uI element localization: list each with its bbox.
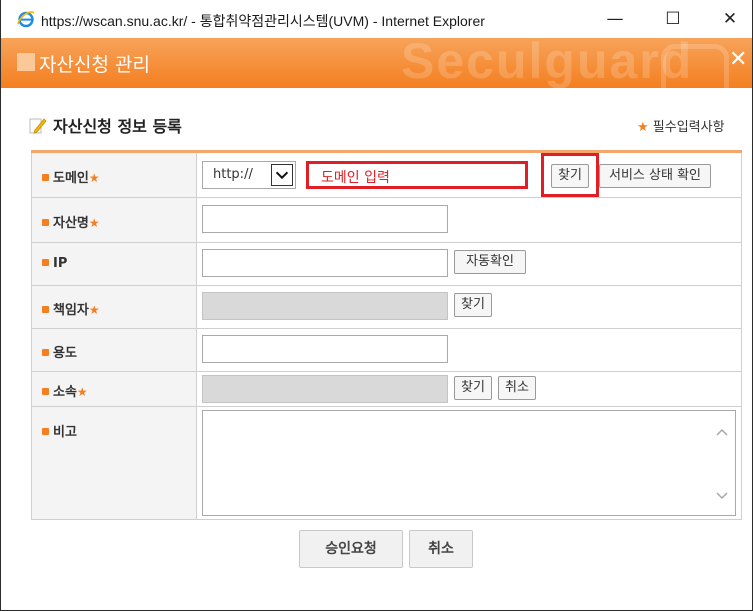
required-star-icon: ★: [637, 120, 649, 135]
department-find-button[interactable]: 찾기: [454, 376, 492, 400]
minimize-button[interactable]: —: [597, 6, 633, 32]
window-close-button[interactable]: ✕: [712, 6, 748, 32]
label-cell: 용도: [31, 329, 197, 371]
value-cell: 찾기: [196, 286, 742, 328]
form-row-ip: IP 자동확인: [31, 243, 742, 286]
department-input: [202, 375, 448, 403]
service-status-button[interactable]: 서비스 상태 확인: [599, 164, 711, 188]
form-row-asset-name: 자산명★: [31, 198, 742, 243]
header-watermark-logo: Seculguard: [401, 38, 694, 88]
ip-input[interactable]: [202, 249, 448, 277]
section-title-text: 자산신청 정보 등록: [53, 117, 182, 136]
label-cell: 도메인★: [31, 153, 197, 197]
label-cell: 자산명★: [31, 198, 197, 242]
ip-auto-check-button[interactable]: 자동확인: [454, 250, 526, 274]
scroll-up-icon[interactable]: [715, 427, 729, 437]
asset-form: 도메인★ http:// 도메인 입력 찾기 서비스 상태 확인 자산명★ IP…: [31, 150, 742, 520]
bullet-icon: [42, 388, 49, 395]
asset-name-label-text: 자산명: [53, 216, 89, 231]
bullet-icon: [42, 428, 49, 435]
scroll-down-icon[interactable]: [715, 491, 729, 501]
cancel-button[interactable]: 취소: [409, 530, 473, 568]
domain-value-cell: http:// 도메인 입력 찾기 서비스 상태 확인: [196, 153, 742, 197]
label-cell: IP: [31, 243, 197, 285]
approval-request-button[interactable]: 승인요청: [299, 530, 403, 568]
protocol-select-value: http://: [213, 167, 253, 182]
bullet-icon: [42, 259, 49, 266]
watermark-shape: [661, 44, 729, 88]
form-row-department: 소속★ 찾기 취소: [31, 372, 742, 407]
form-row-purpose: 용도: [31, 329, 742, 372]
form-row-remarks: 비고: [31, 407, 742, 520]
required-star-icon: ★: [88, 216, 100, 230]
required-note: ★ 필수입력사항: [637, 116, 725, 135]
bullet-icon: [42, 349, 49, 356]
popup-close-button[interactable]: ✕: [729, 47, 747, 72]
required-star-icon: ★: [76, 385, 88, 399]
remarks-label: 비고: [42, 421, 77, 440]
popup-title: 자산신청 관리: [39, 54, 150, 76]
manager-label-text: 책임자: [53, 303, 89, 318]
asset-name-input[interactable]: [202, 205, 448, 233]
manager-input: [202, 292, 448, 320]
form-row-domain: 도메인★ http:// 도메인 입력 찾기 서비스 상태 확인: [31, 153, 742, 198]
manager-find-button[interactable]: 찾기: [454, 293, 492, 317]
form-row-manager: 책임자★ 찾기: [31, 286, 742, 329]
required-star-icon: ★: [88, 171, 100, 185]
ip-label-text: IP: [53, 256, 68, 271]
asset-name-label: 자산명★: [42, 212, 100, 231]
label-cell: 소속★: [31, 372, 197, 406]
domain-label-text: 도메인: [53, 171, 89, 186]
department-label: 소속★: [42, 381, 88, 400]
remarks-textarea[interactable]: [202, 410, 736, 516]
label-cell: 책임자★: [31, 286, 197, 328]
bullet-icon: [42, 219, 49, 226]
domain-input-placeholder: 도메인 입력: [321, 170, 390, 186]
section-title: 자산신청 정보 등록: [27, 113, 182, 137]
domain-label: 도메인★: [42, 167, 100, 186]
value-cell: [196, 407, 742, 519]
bullet-icon: [42, 174, 49, 181]
purpose-input[interactable]: [202, 335, 448, 363]
value-cell: [196, 329, 742, 371]
manager-label: 책임자★: [42, 299, 100, 318]
bullet-icon: [42, 306, 49, 313]
popup-window: https://wscan.snu.ac.kr/ - 통합취약점관리시스템(UV…: [0, 0, 753, 611]
domain-find-button[interactable]: 찾기: [551, 164, 589, 188]
department-cancel-button[interactable]: 취소: [498, 376, 536, 400]
purpose-label: 용도: [42, 342, 77, 361]
required-star-icon: ★: [88, 303, 100, 317]
window-title: https://wscan.snu.ac.kr/ - 통합취약점관리시스템(UV…: [41, 13, 485, 29]
remarks-label-text: 비고: [53, 425, 77, 440]
chevron-down-icon[interactable]: [271, 164, 293, 186]
value-cell: 찾기 취소: [196, 372, 742, 406]
header-square-icon: [17, 53, 35, 71]
ip-label: IP: [42, 256, 67, 271]
maximize-button[interactable]: ☐: [655, 6, 691, 32]
value-cell: [196, 198, 742, 242]
title-bar: https://wscan.snu.ac.kr/ - 통합취약점관리시스템(UV…: [1, 0, 752, 38]
value-cell: 자동확인: [196, 243, 742, 285]
internet-explorer-icon: [17, 11, 35, 28]
label-cell: 비고: [31, 407, 197, 519]
popup-header: 자산신청 관리 Seculguard ✕: [1, 38, 752, 88]
required-note-text: 필수입력사항: [652, 120, 725, 135]
purpose-label-text: 용도: [53, 346, 77, 361]
domain-input[interactable]: 도메인 입력: [306, 161, 528, 189]
protocol-select[interactable]: http://: [202, 161, 296, 189]
department-label-text: 소속: [53, 385, 77, 400]
